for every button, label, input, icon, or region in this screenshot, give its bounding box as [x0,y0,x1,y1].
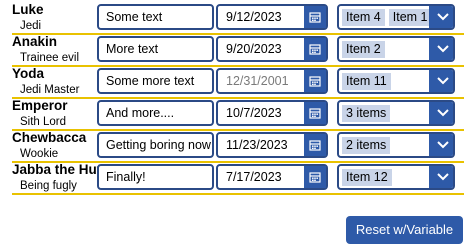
date-picker[interactable]: 12/31/2001 [216,68,328,94]
chevron-down-icon[interactable] [429,134,453,156]
chevron-down-icon[interactable] [429,70,453,92]
gallery-row: Chewbacca Wookie Getting boring now 11/23/2… [0,130,474,162]
text-input[interactable]: Getting boring now [97,132,214,158]
character-name: Yoda [12,66,45,81]
calendar-icon[interactable] [304,134,326,156]
text-input[interactable]: Some more text [97,68,214,94]
chevron-down-icon[interactable] [429,6,453,28]
calendar-icon[interactable] [304,166,326,188]
combo-selected-items: Item 12 [342,169,392,186]
date-value: 9/12/2023 [226,10,282,24]
date-picker[interactable]: 9/12/2023 [216,4,328,30]
gallery-row: Jabba the Hutt Being fugly Finally! 7/17/20… [0,162,474,194]
character-name: Chewbacca [12,130,87,145]
combo-box[interactable]: Item 11 [337,68,455,94]
character-name: Emperor [12,98,68,113]
text-input[interactable]: Some text [97,4,214,30]
row-separator [12,193,464,195]
character-title: Trainee evil [20,52,80,64]
combo-box[interactable]: 2 items [337,132,455,158]
chevron-down-icon[interactable] [429,38,453,60]
selected-item-chip: Item 12 [342,169,392,186]
character-title: Jedi [20,20,42,32]
gallery-row: Emperor Sith Lord And more.... 10/7/2023 3 i… [0,98,474,130]
selected-item-chip: 2 items [342,137,391,154]
character-title: Sith Lord [20,116,67,128]
selected-item-chip: Item 1 [388,9,432,26]
chevron-down-icon[interactable] [429,166,453,188]
combo-selected-items: 2 items [342,137,391,154]
combo-box[interactable]: Item 2 [337,36,455,62]
date-value: 9/20/2023 [226,42,282,56]
gallery-row: Luke Jedi Some text 9/12/2023 Item 4 Item 1 [0,2,474,34]
character-name: Jabba the Hutt [12,162,106,177]
chevron-down-icon[interactable] [429,102,453,124]
text-input[interactable]: More text [97,36,214,62]
character-title: Wookie [20,148,59,160]
date-picker[interactable]: 10/7/2023 [216,100,328,126]
calendar-icon[interactable] [304,38,326,60]
date-picker[interactable]: 11/23/2023 [216,132,328,158]
calendar-icon[interactable] [304,102,326,124]
date-value: 11/23/2023 [226,138,288,152]
character-title: Being fugly [20,180,77,192]
gallery-row: Anakin Trainee evil More text 9/20/2023 Item… [0,34,474,66]
date-picker[interactable]: 9/20/2023 [216,36,328,62]
reset-button[interactable]: Reset w/Variable [346,216,463,244]
gallery-row: Yoda Jedi Master Some more text 12/31/2001 I… [0,66,474,98]
date-picker[interactable]: 7/17/2023 [216,164,328,190]
date-value: 7/17/2023 [226,170,282,184]
combo-selected-items: Item 2 [342,41,385,58]
combo-selected-items: Item 4 Item 1 [342,9,432,26]
calendar-icon[interactable] [304,6,326,28]
text-input[interactable]: Finally! [97,164,214,190]
selected-item-chip: Item 4 [342,9,385,26]
date-value: 12/31/2001 [226,74,289,88]
combo-selected-items: 3 items [342,105,391,122]
combo-selected-items: Item 11 [342,73,391,90]
character-name: Luke [12,2,44,17]
text-input[interactable]: And more.... [97,100,214,126]
date-value: 10/7/2023 [226,106,282,120]
selected-item-chip: Item 2 [342,41,385,58]
selected-item-chip: Item 11 [342,73,391,90]
character-title: Jedi Master [20,84,80,96]
calendar-icon[interactable] [304,70,326,92]
selected-item-chip: 3 items [342,105,391,122]
combo-box[interactable]: Item 12 [337,164,455,190]
combo-box[interactable]: Item 4 Item 1 [337,4,455,30]
character-name: Anakin [12,34,58,49]
combo-box[interactable]: 3 items [337,100,455,126]
